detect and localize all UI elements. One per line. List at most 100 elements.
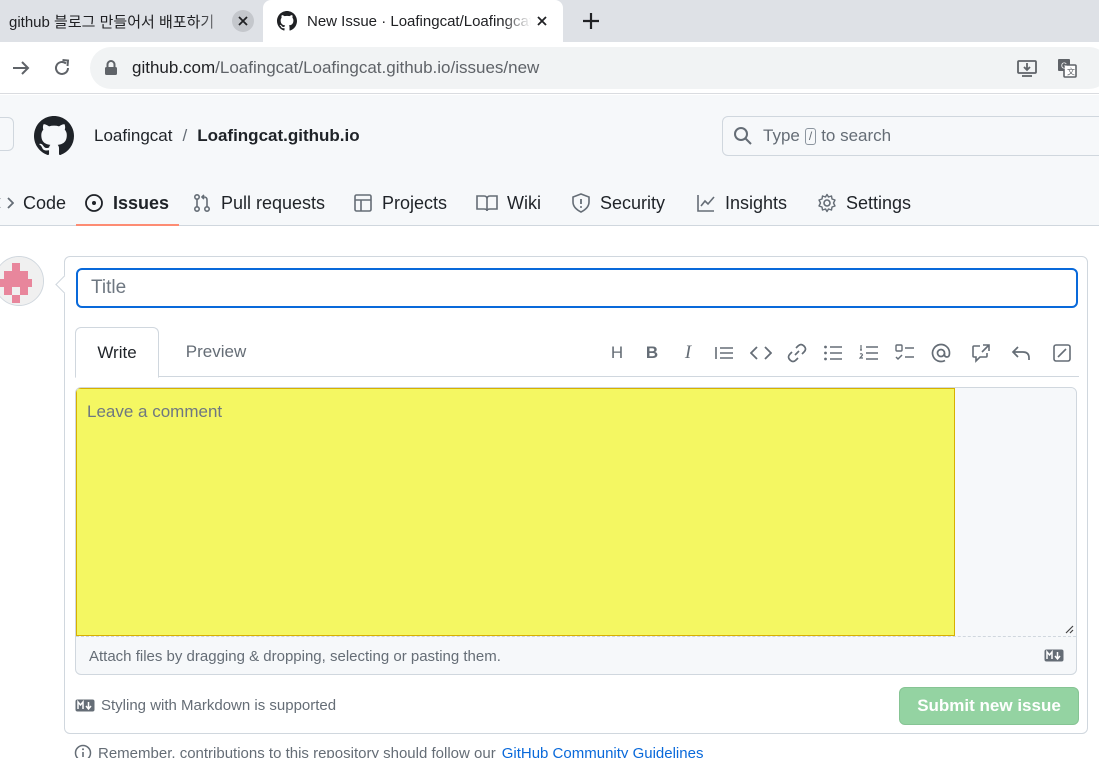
reload-icon [55,59,70,75]
tab-issues[interactable]: Issues [75,181,180,226]
community-guidelines-link[interactable]: GitHub Community Guidelines [502,745,704,758]
install-app-icon[interactable] [1016,58,1038,78]
edit-square-icon [1053,344,1071,362]
graph-icon [697,195,715,212]
tab-security[interactable]: Security [571,181,665,225]
lock-icon [105,60,117,75]
new-issue-form: Write Preview H B I Leave a comment [64,256,1088,734]
link-icon [787,343,807,363]
forward-button[interactable] [9,56,33,80]
code-icon [750,346,772,360]
saved-replies-button[interactable] [1009,341,1033,365]
task-list-button[interactable] [893,341,917,365]
address-bar[interactable]: github.com/Loafingcat/Loafingcat.github.… [90,47,1099,89]
plus-icon [583,13,599,29]
browser-tabstrip: github 블로그 만들어서 배포하기 New Issue · Loafing… [0,0,1099,42]
new-tab-button[interactable] [578,8,604,34]
tab-write[interactable]: Write [75,327,159,378]
reload-button[interactable] [50,56,74,80]
reminder-text: Remember, contributions to this reposito… [98,744,496,758]
tasklist-icon [895,344,914,361]
markdown-icon [75,699,95,712]
ordered-list-button[interactable] [857,341,881,365]
identicon-icon [0,257,43,305]
link-button[interactable] [785,341,809,365]
github-favicon-icon [277,11,297,31]
tab-label: Pull requests [221,192,326,213]
code-button[interactable] [749,341,773,365]
tab-code[interactable]: Code [0,181,66,225]
tab-settings[interactable]: Settings [817,181,911,225]
tab-insights[interactable]: Insights [696,181,787,225]
search-suffix: to search [821,126,892,145]
heading-button[interactable]: H [605,341,629,365]
browser-tab-blog[interactable]: github 블로그 만들어서 배포하기 [0,0,262,42]
owner-link[interactable]: Loafingcat [94,126,172,146]
attach-text: Attach files by dragging & dropping, sel… [89,648,501,665]
mention-icon [931,343,951,363]
browser-tab-new-issue[interactable]: New Issue · Loafingcat/Loafingcat.github… [263,0,563,42]
browser-tab-title: github 블로그 만들어서 배포하기 [9,13,215,31]
menu-button[interactable] [0,117,14,151]
markdown-support-note[interactable]: Styling with Markdown is supported [75,697,336,714]
search-shortcut-key: / [804,127,817,145]
tab-wiki[interactable]: Wiki [476,181,541,225]
pull-request-icon [193,193,211,213]
tab-label: Projects [382,192,448,213]
resize-handle-icon[interactable] [1064,624,1074,634]
markdown-icon [1044,649,1064,662]
gear-icon [818,193,836,213]
list-ordered-icon [859,345,878,360]
quote-icon [715,347,733,359]
submit-new-issue-button[interactable]: Submit new issue [899,687,1079,725]
highlight-overlay [76,388,955,636]
comment-placeholder: Leave a comment [87,402,223,421]
svg-text:文: 文 [1067,67,1075,77]
tab-label: Wiki [507,192,541,213]
close-icon[interactable] [232,10,254,32]
list-unordered-icon [824,345,842,361]
table-icon [354,194,372,212]
info-icon [74,744,92,758]
issue-opened-icon [85,194,103,212]
shield-icon [572,193,590,213]
tab-label: Issues [113,192,170,213]
search-input[interactable]: Type / to search [722,116,1099,156]
comment-textarea[interactable]: Leave a comment [76,388,1076,636]
browser-tab-title: New Issue · Loafingcat/Loafingcat.github… [307,12,531,30]
cross-reference-icon [972,344,990,363]
translate-icon[interactable]: G文 [1056,58,1078,78]
tab-label: Settings [846,192,912,213]
search-prefix: Type [763,126,800,145]
italic-button[interactable]: I [676,341,700,365]
github-header: Loafingcat / Loafingcat.github.io Type /… [0,95,1099,226]
code-icon [0,197,14,209]
tab-preview[interactable]: Preview [171,327,261,377]
avatar[interactable] [0,256,44,306]
unordered-list-button[interactable] [821,341,845,365]
tab-pull-requests[interactable]: Pull requests [192,181,325,225]
close-icon[interactable] [531,10,553,32]
arrow-right-icon [13,61,30,75]
quote-button[interactable] [712,341,736,365]
tab-label: Insights [725,192,788,213]
attach-files-bar[interactable]: Attach files by dragging & dropping, sel… [76,636,1076,674]
github-logo-icon[interactable] [34,116,74,156]
reply-icon [1011,346,1030,360]
comment-editor: Leave a comment Attach files by dragging… [75,387,1077,675]
tab-projects[interactable]: Projects [353,181,447,225]
reference-button[interactable] [969,341,993,365]
breadcrumb: Loafingcat / Loafingcat.github.io [94,126,360,146]
mention-button[interactable] [929,341,953,365]
fullscreen-button[interactable] [1050,341,1074,365]
bold-button[interactable]: B [640,341,664,365]
tab-label: Code [23,192,67,213]
book-icon [476,195,498,212]
title-input[interactable] [76,268,1078,308]
tab-label: Security [600,192,666,213]
search-icon [734,127,752,145]
repo-link[interactable]: Loafingcat.github.io [197,126,359,146]
form-footer: Styling with Markdown is supported Submi… [75,687,1079,725]
markdown-note-text: Styling with Markdown is supported [101,697,337,714]
contribution-reminder: Remember, contributions to this reposito… [74,744,703,758]
